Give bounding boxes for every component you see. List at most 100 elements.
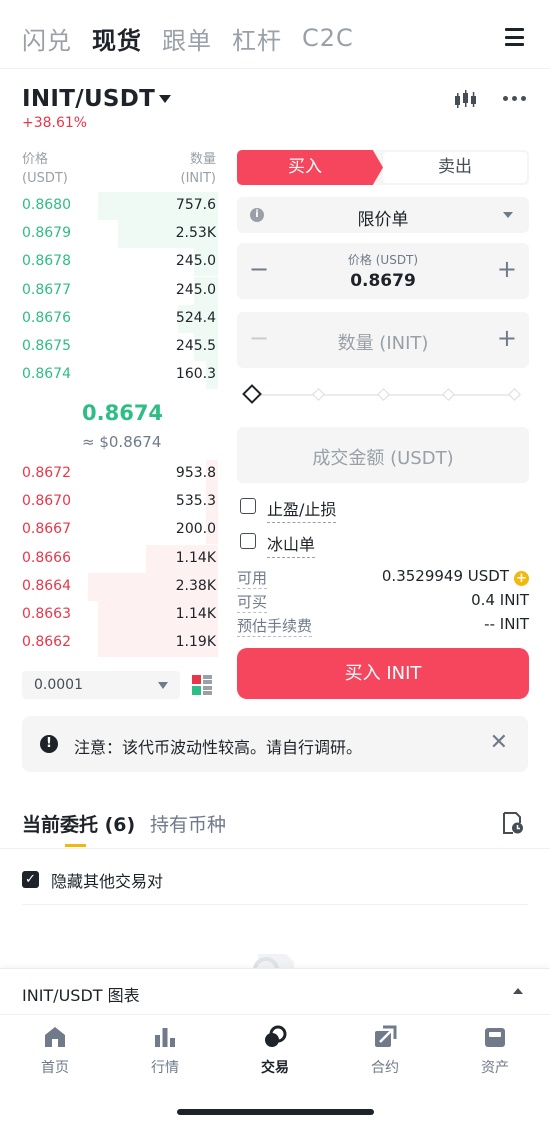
- nav-trade[interactable]: 交易: [235, 1025, 315, 1077]
- order-type-select[interactable]: i 限价单: [237, 197, 529, 233]
- divider: [22, 904, 528, 905]
- order-price: 0.8675: [22, 338, 71, 354]
- tab-margin[interactable]: 杠杆: [232, 21, 282, 56]
- order-quantity: 160.3: [175, 366, 216, 383]
- tab-copy-trading[interactable]: 跟单: [162, 21, 212, 56]
- divider: [0, 68, 550, 69]
- ask-row[interactable]: 0.8667 200.0: [18, 516, 218, 545]
- quantity-input[interactable]: − 数量 (INIT) +: [237, 312, 529, 368]
- bid-row[interactable]: 0.8677 245.0: [18, 276, 218, 305]
- order-quantity: 535.3: [175, 493, 216, 510]
- available-balance-row: 可用 0.3529949 USDT +: [237, 567, 529, 589]
- last-price-usd: ≈ $0.8674: [82, 433, 162, 451]
- bid-row[interactable]: 0.8675 245.5: [18, 333, 218, 361]
- total-input[interactable]: 成交金额 (USDT): [237, 427, 529, 483]
- order-price: 0.8663: [22, 606, 71, 622]
- bid-row[interactable]: 0.8678 245.0: [18, 248, 218, 277]
- sell-tab[interactable]: 卖出: [383, 152, 527, 183]
- trade-icon: [265, 1025, 287, 1047]
- order-price: 0.8662: [22, 634, 71, 651]
- order-price: 0.8666: [22, 549, 71, 566]
- slider-mark-50[interactable]: [377, 388, 390, 401]
- slider-mark-25[interactable]: [312, 388, 325, 401]
- caret-down-icon[interactable]: [159, 95, 171, 103]
- slider-mark-100[interactable]: [508, 388, 521, 401]
- orderbook-layout-icon[interactable]: [192, 675, 212, 695]
- more-icon[interactable]: [503, 96, 526, 101]
- tpsl-label[interactable]: 止盈/止损: [267, 496, 337, 523]
- plus-icon[interactable]: +: [497, 326, 517, 350]
- order-price: 0.8672: [22, 465, 71, 481]
- slider-handle[interactable]: [242, 384, 262, 404]
- notice-text: 注意：该代币波动性较高。请自行调研。: [74, 738, 363, 757]
- hide-other-pairs-checkbox[interactable]: ✓: [22, 871, 39, 888]
- nav-home[interactable]: 首页: [15, 1025, 95, 1077]
- order-quantity: 1.14K: [175, 549, 216, 566]
- ask-row[interactable]: 0.8666 1.14K: [18, 544, 218, 573]
- bid-row[interactable]: 0.8680 757.6: [18, 192, 218, 220]
- order-quantity: 2.38K: [175, 577, 216, 594]
- fee-row: 预估手续费 -- INIT: [237, 615, 529, 637]
- available-label: 可用: [237, 569, 268, 589]
- price-step-select[interactable]: 0.0001: [22, 671, 180, 699]
- amount-slider[interactable]: [242, 384, 522, 405]
- nav-markets[interactable]: 行情: [125, 1025, 205, 1077]
- nav-futures-label: 合约: [371, 1060, 399, 1076]
- order-quantity: 953.8: [175, 465, 216, 481]
- buy-tab[interactable]: 买入: [237, 150, 383, 185]
- ask-row[interactable]: 0.8663 1.14K: [18, 601, 218, 629]
- order-quantity: 245.0: [175, 281, 216, 298]
- ask-row[interactable]: 0.8670 535.3: [18, 488, 218, 517]
- chevron-up-icon[interactable]: [513, 988, 523, 994]
- top-tabs: 闪兑 现货 跟单 杠杆 C2C: [22, 18, 374, 58]
- ask-row[interactable]: 0.8662 1.19K: [18, 629, 218, 658]
- tab-open-orders[interactable]: 当前委托 (6): [22, 810, 135, 837]
- close-icon[interactable]: ✕: [490, 730, 508, 755]
- fee-value: -- INIT: [484, 615, 529, 633]
- tab-holdings[interactable]: 持有币种: [150, 810, 226, 837]
- tab-swap[interactable]: 闪兑: [22, 21, 72, 56]
- ask-row[interactable]: 0.8664 2.38K: [18, 572, 218, 601]
- order-price: 0.8670: [22, 493, 71, 510]
- order-type-label: 限价单: [357, 210, 409, 230]
- order-price: 0.8667: [22, 521, 71, 538]
- ask-row[interactable]: 0.8672 953.8: [18, 460, 218, 488]
- plus-icon[interactable]: +: [497, 257, 517, 281]
- nav-assets[interactable]: 资产: [455, 1025, 535, 1077]
- price-input[interactable]: − 价格 (USDT) 0.8679 +: [237, 243, 529, 299]
- bid-row[interactable]: 0.8679 2.53K: [18, 220, 218, 249]
- fee-label: 预估手续费: [237, 617, 313, 637]
- home-indicator: [177, 1109, 374, 1115]
- order-history-icon[interactable]: [502, 811, 524, 835]
- chart-drawer[interactable]: INIT/USDT 图表: [0, 968, 550, 1014]
- tpsl-checkbox[interactable]: [240, 498, 256, 514]
- slider-mark-75[interactable]: [442, 388, 455, 401]
- tab-indicator: [65, 844, 86, 847]
- order-price: 0.8679: [22, 225, 71, 242]
- nav-markets-label: 行情: [151, 1060, 179, 1076]
- pair-symbol[interactable]: INIT/USDT: [22, 86, 155, 112]
- max-buy-value: 0.4 INIT: [471, 591, 529, 609]
- tab-spot[interactable]: 现货: [92, 21, 142, 56]
- price-input-value[interactable]: 0.8679: [237, 271, 529, 291]
- available-value: 0.3529949 USDT: [381, 567, 509, 585]
- buy-sell-toggle: 买入 卖出: [237, 150, 529, 185]
- iceberg-checkbox[interactable]: [240, 533, 256, 549]
- order-quantity: 524.4: [175, 309, 216, 326]
- volatility-notice: ! 注意：该代币波动性较高。请自行调研。 ✕: [22, 716, 528, 772]
- bid-row[interactable]: 0.8674 160.3: [18, 361, 218, 390]
- add-funds-icon[interactable]: +: [514, 571, 529, 586]
- bid-row[interactable]: 0.8676 524.4: [18, 304, 218, 333]
- menu-icon[interactable]: [505, 28, 524, 46]
- order-quantity: 2.53K: [175, 225, 216, 242]
- tab-c2c[interactable]: C2C: [302, 24, 354, 52]
- max-buy-label: 可买: [237, 593, 268, 613]
- nav-home-label: 首页: [41, 1060, 69, 1076]
- buy-button[interactable]: 买入 INIT: [237, 648, 529, 699]
- order-price: 0.8680: [22, 197, 71, 213]
- nav-futures[interactable]: 合约: [345, 1025, 425, 1077]
- last-price: 0.8674: [82, 401, 164, 425]
- candlestick-chart-icon[interactable]: [453, 88, 477, 110]
- iceberg-label[interactable]: 冰山单: [267, 531, 316, 558]
- hide-other-pairs-label[interactable]: 隐藏其他交易对: [51, 868, 163, 892]
